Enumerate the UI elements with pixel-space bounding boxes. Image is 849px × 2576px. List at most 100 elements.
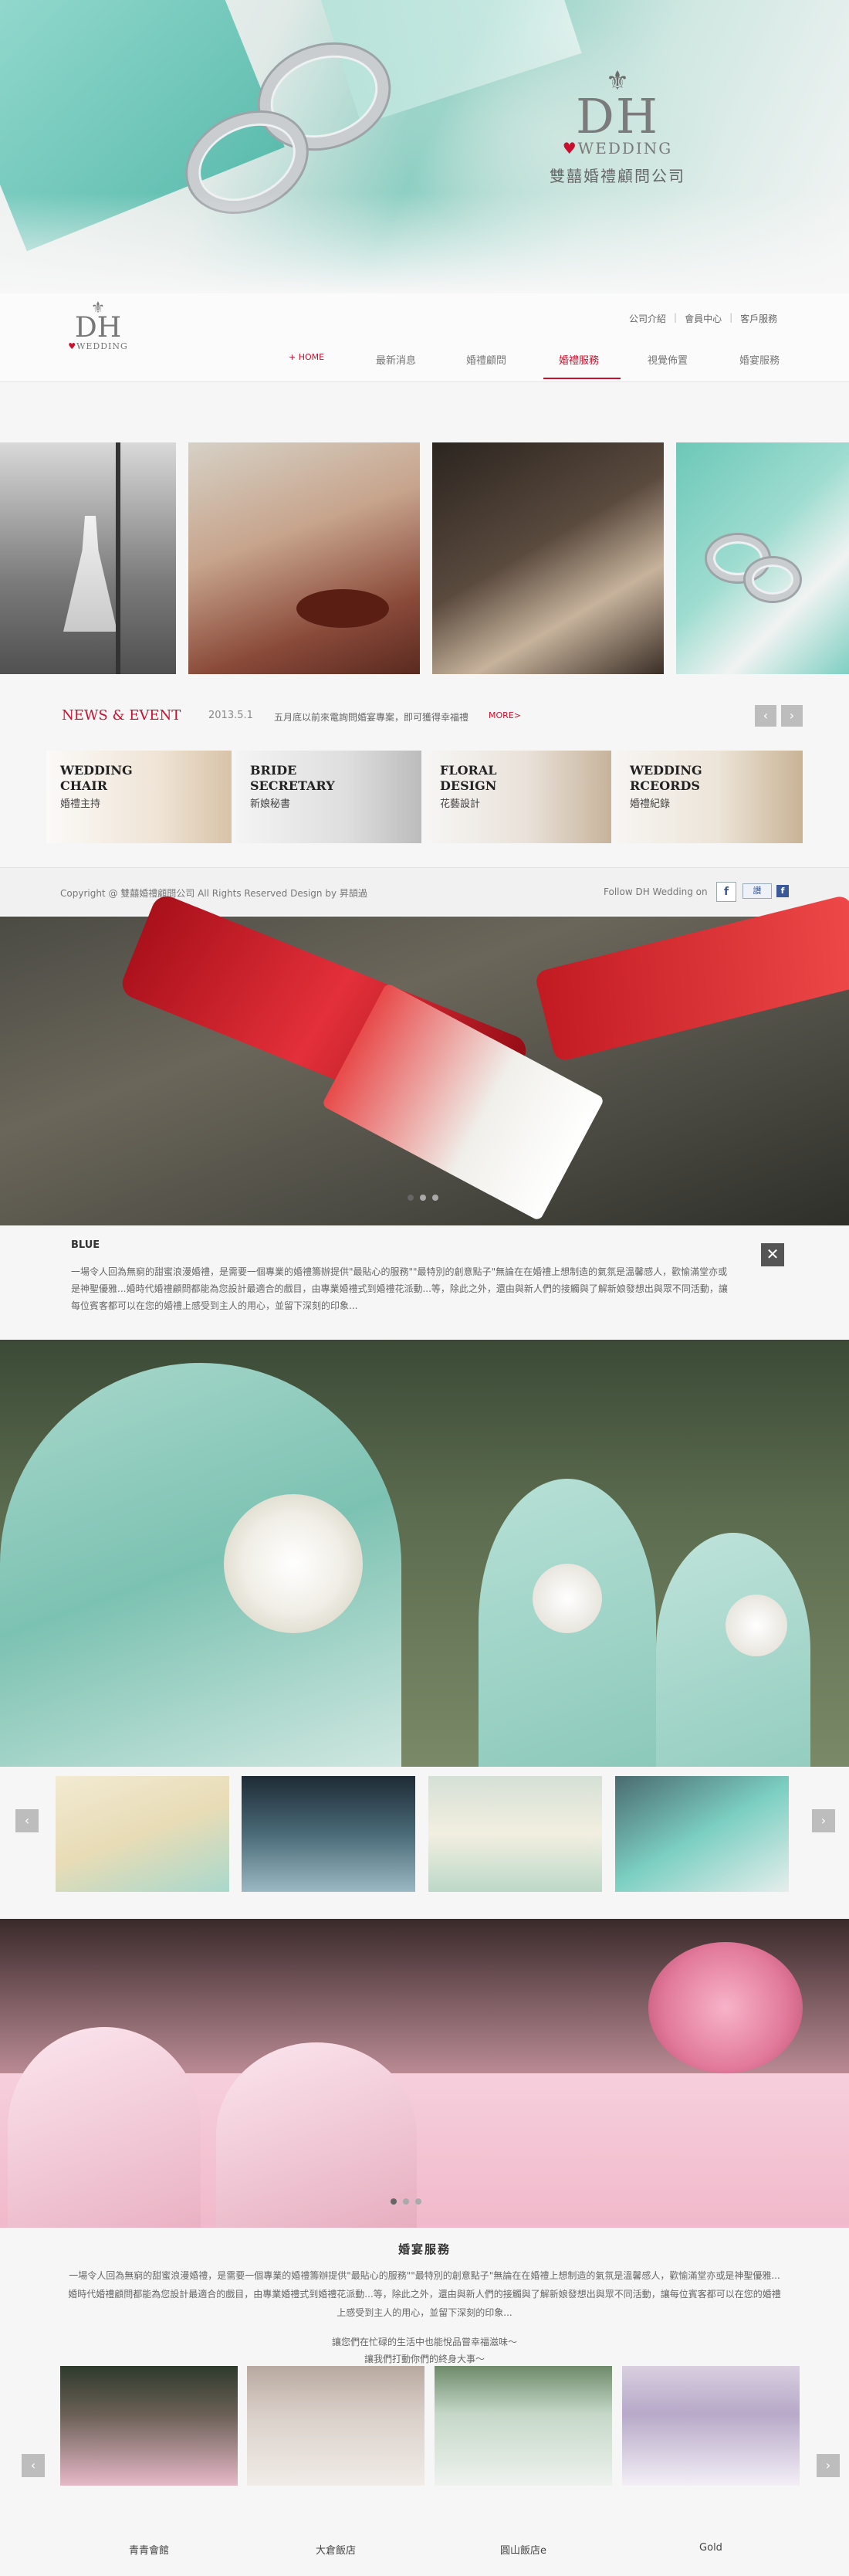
- service-subtitle: 花藝設計: [440, 798, 481, 810]
- facebook-icon[interactable]: f: [716, 882, 736, 902]
- news-more-link[interactable]: MORE>: [489, 710, 521, 720]
- dress-silhouette: [63, 516, 117, 632]
- nav-banquet[interactable]: 婚宴服務: [739, 352, 780, 367]
- thumb-reception-hall[interactable]: [242, 1776, 415, 1892]
- slide-dot[interactable]: [420, 1195, 426, 1201]
- slide-photo-pink-reception: [0, 1919, 849, 2228]
- thumb-ribbon-roses[interactable]: [56, 1776, 229, 1892]
- slide-dots: [391, 2198, 421, 2205]
- hero-fade: [0, 193, 849, 293]
- banquet-tagline-2: 讓我們打動你們的終身大事～: [364, 2354, 485, 2364]
- facebook-small-icon[interactable]: f: [776, 885, 789, 897]
- close-button[interactable]: ✕: [761, 1243, 784, 1266]
- nav-news[interactable]: 最新消息: [376, 352, 416, 367]
- top-link-member[interactable]: 會員中心: [685, 312, 722, 325]
- hero-banner: [0, 0, 849, 293]
- service-subtitle: 婚禮主持: [60, 798, 101, 810]
- hero-logo-sub: WEDDING: [577, 139, 673, 158]
- banquet-tagline-1: 讓您們在忙碌的生活中也能悅品嘗幸福滋味～: [331, 2337, 517, 2347]
- service-card-floral[interactable]: FLORAL DESIGN 花藝設計: [426, 751, 611, 843]
- venues-prev-button[interactable]: ‹: [22, 2454, 45, 2477]
- top-link-service[interactable]: 客戶服務: [740, 312, 777, 325]
- service-title: WEDDING CHAIR: [60, 763, 133, 793]
- venue-name[interactable]: 大倉飯店: [247, 2542, 424, 2557]
- slide-dot[interactable]: [415, 2198, 421, 2205]
- red-fabric: [533, 893, 849, 1063]
- service-title: FLORAL DESIGN: [440, 763, 497, 793]
- photo-bride-makeup[interactable]: [432, 442, 664, 674]
- slide-photo-tiffany-chairs: [0, 1340, 849, 1767]
- separator: |: [674, 312, 678, 323]
- thumb-flower-table[interactable]: [428, 1776, 602, 1892]
- hero-logo-wedding: ♥WEDDING: [540, 139, 695, 158]
- flower-image: [224, 1494, 363, 1633]
- slide-dot[interactable]: [403, 2198, 409, 2205]
- company-name: 雙囍婚禮顧問公司: [550, 167, 685, 185]
- service-card-bride-secretary[interactable]: BRIDE SECRETARY 新娘秘書: [236, 751, 421, 843]
- heart-icon: ♥: [562, 139, 578, 158]
- logo-wedding: ♥WEDDING: [56, 341, 140, 351]
- site-logo[interactable]: ⚜ DH ♥WEDDING: [56, 300, 140, 351]
- like-label: 讚: [753, 886, 762, 896]
- follow-text: Follow DH Wedding on: [604, 886, 708, 897]
- photo-tea-ceremony[interactable]: [188, 442, 420, 674]
- photo-rings-box[interactable]: [676, 442, 849, 674]
- nav-visual-decor[interactable]: 視覺佈置: [648, 352, 688, 367]
- top-link-about[interactable]: 公司介紹: [629, 312, 666, 325]
- flower-image: [533, 1564, 602, 1633]
- slide-dot[interactable]: [408, 1195, 414, 1201]
- logo-dh: DH: [74, 312, 122, 344]
- caption-title: BLUE: [71, 1239, 100, 1251]
- ring-image: [746, 558, 800, 601]
- service-card-host[interactable]: WEDDING CHAIR 婚禮主持: [46, 751, 232, 843]
- banquet-tagline: 讓您們在忙碌的生活中也能悅品嘗幸福滋味～ 讓我們打動你們的終身大事～: [0, 2334, 849, 2368]
- venue-name[interactable]: 青青會館: [60, 2542, 238, 2557]
- service-subtitle: 婚禮紀錄: [630, 798, 671, 810]
- service-title: WEDDING RCEORDS: [630, 763, 702, 793]
- venue-name[interactable]: Gold: [622, 2542, 800, 2554]
- venue-image-4[interactable]: [622, 2366, 800, 2486]
- slide-dots: [408, 1195, 438, 1201]
- flower-image: [648, 1942, 803, 2073]
- venue-image-3[interactable]: [435, 2366, 612, 2486]
- nav-home[interactable]: + HOME: [289, 352, 324, 362]
- separator: |: [729, 312, 733, 323]
- chair-cover: [8, 2027, 201, 2228]
- news-text[interactable]: 五月底以前來電詢問婚宴專案，即可獲得幸福禮: [274, 710, 468, 724]
- chair-cover: [216, 2042, 417, 2228]
- service-title: BRIDE SECRETARY: [250, 763, 335, 793]
- top-links: 公司介紹 | 會員中心 | 客戶服務: [629, 312, 777, 325]
- chevron-left-icon: ‹: [763, 708, 769, 723]
- chair-cover: [656, 1533, 810, 1767]
- service-card-records[interactable]: WEDDING RCEORDS 婚禮紀錄: [616, 751, 803, 843]
- news-date: 2013.5.1: [208, 710, 253, 721]
- window-frame: [116, 442, 120, 674]
- hero-logo: ⚜ DH ♥WEDDING 雙囍婚禮顧問公司: [540, 68, 695, 186]
- thumb-name-card[interactable]: [615, 1776, 789, 1892]
- slide-dot[interactable]: [432, 1195, 438, 1201]
- caption-text: 一場令人回為無窮的甜蜜浪漫婚禮，是需要一個專業的婚禮籌辦提供"最貼心的服務""最…: [71, 1266, 728, 1311]
- chevron-right-icon: ›: [825, 2458, 831, 2473]
- news-next-button[interactable]: ›: [781, 705, 803, 727]
- venue-name[interactable]: 圓山飯店e: [435, 2542, 612, 2557]
- banquet-text: 一場令人回為無窮的甜蜜浪漫婚禮，是需要一個專業的婚禮籌辦提供"最貼心的服務""最…: [68, 2270, 781, 2318]
- facebook-label: f: [723, 886, 729, 898]
- venues-next-button[interactable]: ›: [817, 2454, 840, 2477]
- photo-wedding-dress[interactable]: [0, 442, 176, 674]
- nav-consultant[interactable]: 婚禮顧問: [466, 352, 506, 367]
- thumbs-prev-button[interactable]: ‹: [15, 1809, 39, 1832]
- venue-image-1[interactable]: [60, 2366, 238, 2486]
- slide-dot[interactable]: [391, 2198, 397, 2205]
- chevron-left-icon: ‹: [30, 2458, 36, 2473]
- thumbs-next-button[interactable]: ›: [812, 1809, 835, 1832]
- nav-wedding-service[interactable]: 婚禮服務: [559, 352, 599, 367]
- slide-photo-red-envelope: [0, 891, 849, 1225]
- venue-image-2[interactable]: [247, 2366, 424, 2486]
- facebook-like-button[interactable]: 讚: [742, 883, 772, 899]
- service-subtitle: 新娘秘書: [250, 798, 291, 810]
- news-title: NEWS & EVENT: [62, 707, 181, 724]
- chevron-right-icon: ›: [820, 1813, 827, 1828]
- nav-active-indicator: [543, 378, 621, 379]
- news-prev-button[interactable]: ‹: [755, 705, 776, 727]
- chevron-left-icon: ‹: [24, 1813, 30, 1828]
